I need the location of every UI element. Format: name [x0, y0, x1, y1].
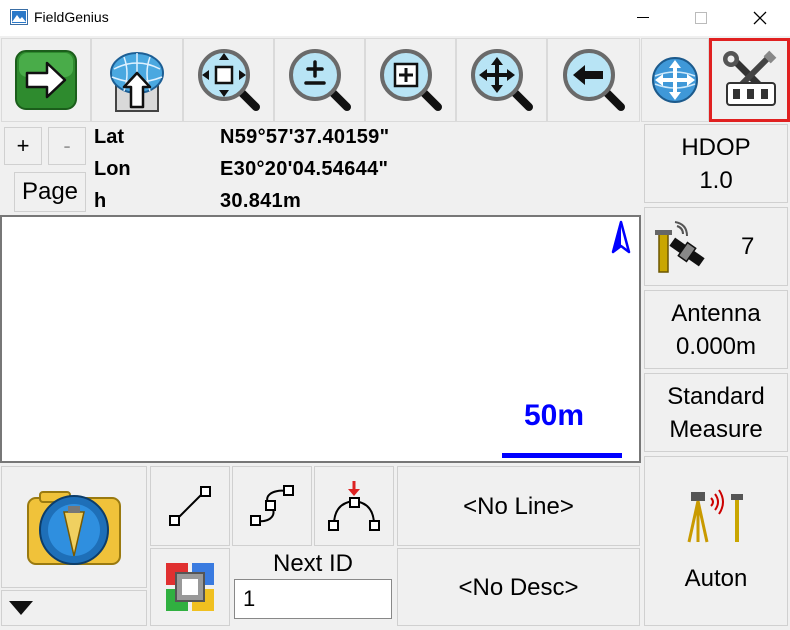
- instrument-settings-button[interactable]: [709, 38, 790, 122]
- zoom-extents-button[interactable]: [183, 38, 274, 122]
- measure-line1: Standard: [667, 382, 765, 410]
- curve-tool-button[interactable]: [232, 466, 312, 546]
- hdop-value: 1.0: [699, 166, 733, 194]
- map-view[interactable]: 50m: [0, 215, 641, 463]
- app-logo-icon: [10, 9, 28, 25]
- north-arrow-icon: [611, 220, 631, 254]
- line-select-button[interactable]: <No Line>: [397, 466, 640, 546]
- zoom-in-out-button[interactable]: [274, 38, 365, 122]
- globe-upload-button[interactable]: [91, 38, 183, 122]
- next-id-input[interactable]: [234, 579, 392, 619]
- zoom-out-button[interactable]: -: [48, 127, 86, 165]
- hdop-label: HDOP: [681, 133, 751, 161]
- measure-line2: Measure: [669, 415, 763, 443]
- hdop-button[interactable]: HDOP 1.0: [644, 124, 788, 203]
- zoom-window-icon: [379, 49, 442, 111]
- tools-instrument-icon: [722, 50, 776, 106]
- maximize-icon: [695, 12, 707, 24]
- next-id-label: Next ID: [272, 550, 353, 577]
- arc-tool-button[interactable]: [314, 466, 394, 546]
- satellite-count: 7: [741, 233, 755, 260]
- lon-value: E30°20'04.54644": [220, 158, 389, 180]
- green-right-arrow-icon: [15, 50, 77, 110]
- globe-move-button[interactable]: [641, 38, 709, 122]
- maximize-button[interactable]: [678, 0, 724, 36]
- satellite-button[interactable]: 7: [644, 207, 788, 286]
- plumb-bob-icon: [27, 491, 121, 565]
- auto-label: Auton: [684, 564, 748, 592]
- globe-up-arrow-icon: [110, 52, 164, 112]
- description-select-button[interactable]: <No Desc>: [397, 548, 640, 626]
- curve-line-icon: [250, 485, 294, 526]
- lat-value: N59°57'37.40159": [220, 126, 390, 148]
- measure-button[interactable]: [1, 466, 147, 588]
- title-bar: [0, 0, 790, 36]
- zoom-plus-minus-icon: [288, 49, 351, 111]
- line-label: <No Line>: [463, 492, 574, 520]
- tripod-instruments-icon: [687, 488, 743, 542]
- lon-label: Lon: [94, 158, 131, 180]
- h-label: h: [94, 190, 107, 212]
- expand-dropdown-button[interactable]: [1, 590, 147, 626]
- close-icon: [753, 11, 767, 25]
- minimize-icon: [637, 17, 649, 18]
- auto-button[interactable]: Auton: [644, 456, 788, 626]
- desc-label: <No Desc>: [458, 573, 579, 601]
- h-value: 30.841m: [220, 190, 302, 212]
- antenna-button[interactable]: Antenna 0.000m: [644, 290, 788, 369]
- arc-insert-icon: [328, 481, 380, 531]
- satellite-icon: [655, 220, 705, 273]
- pan-button[interactable]: [456, 38, 547, 122]
- minimize-button[interactable]: [620, 0, 666, 36]
- triangle-down-icon: [9, 601, 33, 615]
- line-tool-button[interactable]: [150, 466, 230, 546]
- measure-mode-button[interactable]: Standard Measure: [644, 373, 788, 452]
- zoom-in-button[interactable]: +: [4, 127, 42, 165]
- zoom-pan-icon: [470, 49, 533, 111]
- globe-cross-arrows-icon: [652, 57, 698, 103]
- layer-button[interactable]: [150, 548, 230, 626]
- window-title: FieldGenius: [34, 9, 109, 25]
- map-scale-label: 50m: [524, 399, 585, 432]
- zoom-previous-button[interactable]: [547, 38, 640, 122]
- map-scale-bar: [502, 453, 622, 458]
- lat-label: Lat: [94, 126, 124, 148]
- color-layers-icon: [166, 563, 214, 611]
- close-button[interactable]: [737, 0, 783, 36]
- page-button[interactable]: Page: [14, 172, 86, 212]
- zoom-back-icon: [562, 49, 625, 111]
- antenna-label: Antenna: [671, 299, 761, 327]
- antenna-value: 0.000m: [675, 332, 757, 360]
- next-arrow-button[interactable]: [1, 38, 91, 122]
- zoom-extents-icon: [197, 49, 260, 111]
- straight-line-icon: [169, 486, 211, 526]
- zoom-window-button[interactable]: [365, 38, 456, 122]
